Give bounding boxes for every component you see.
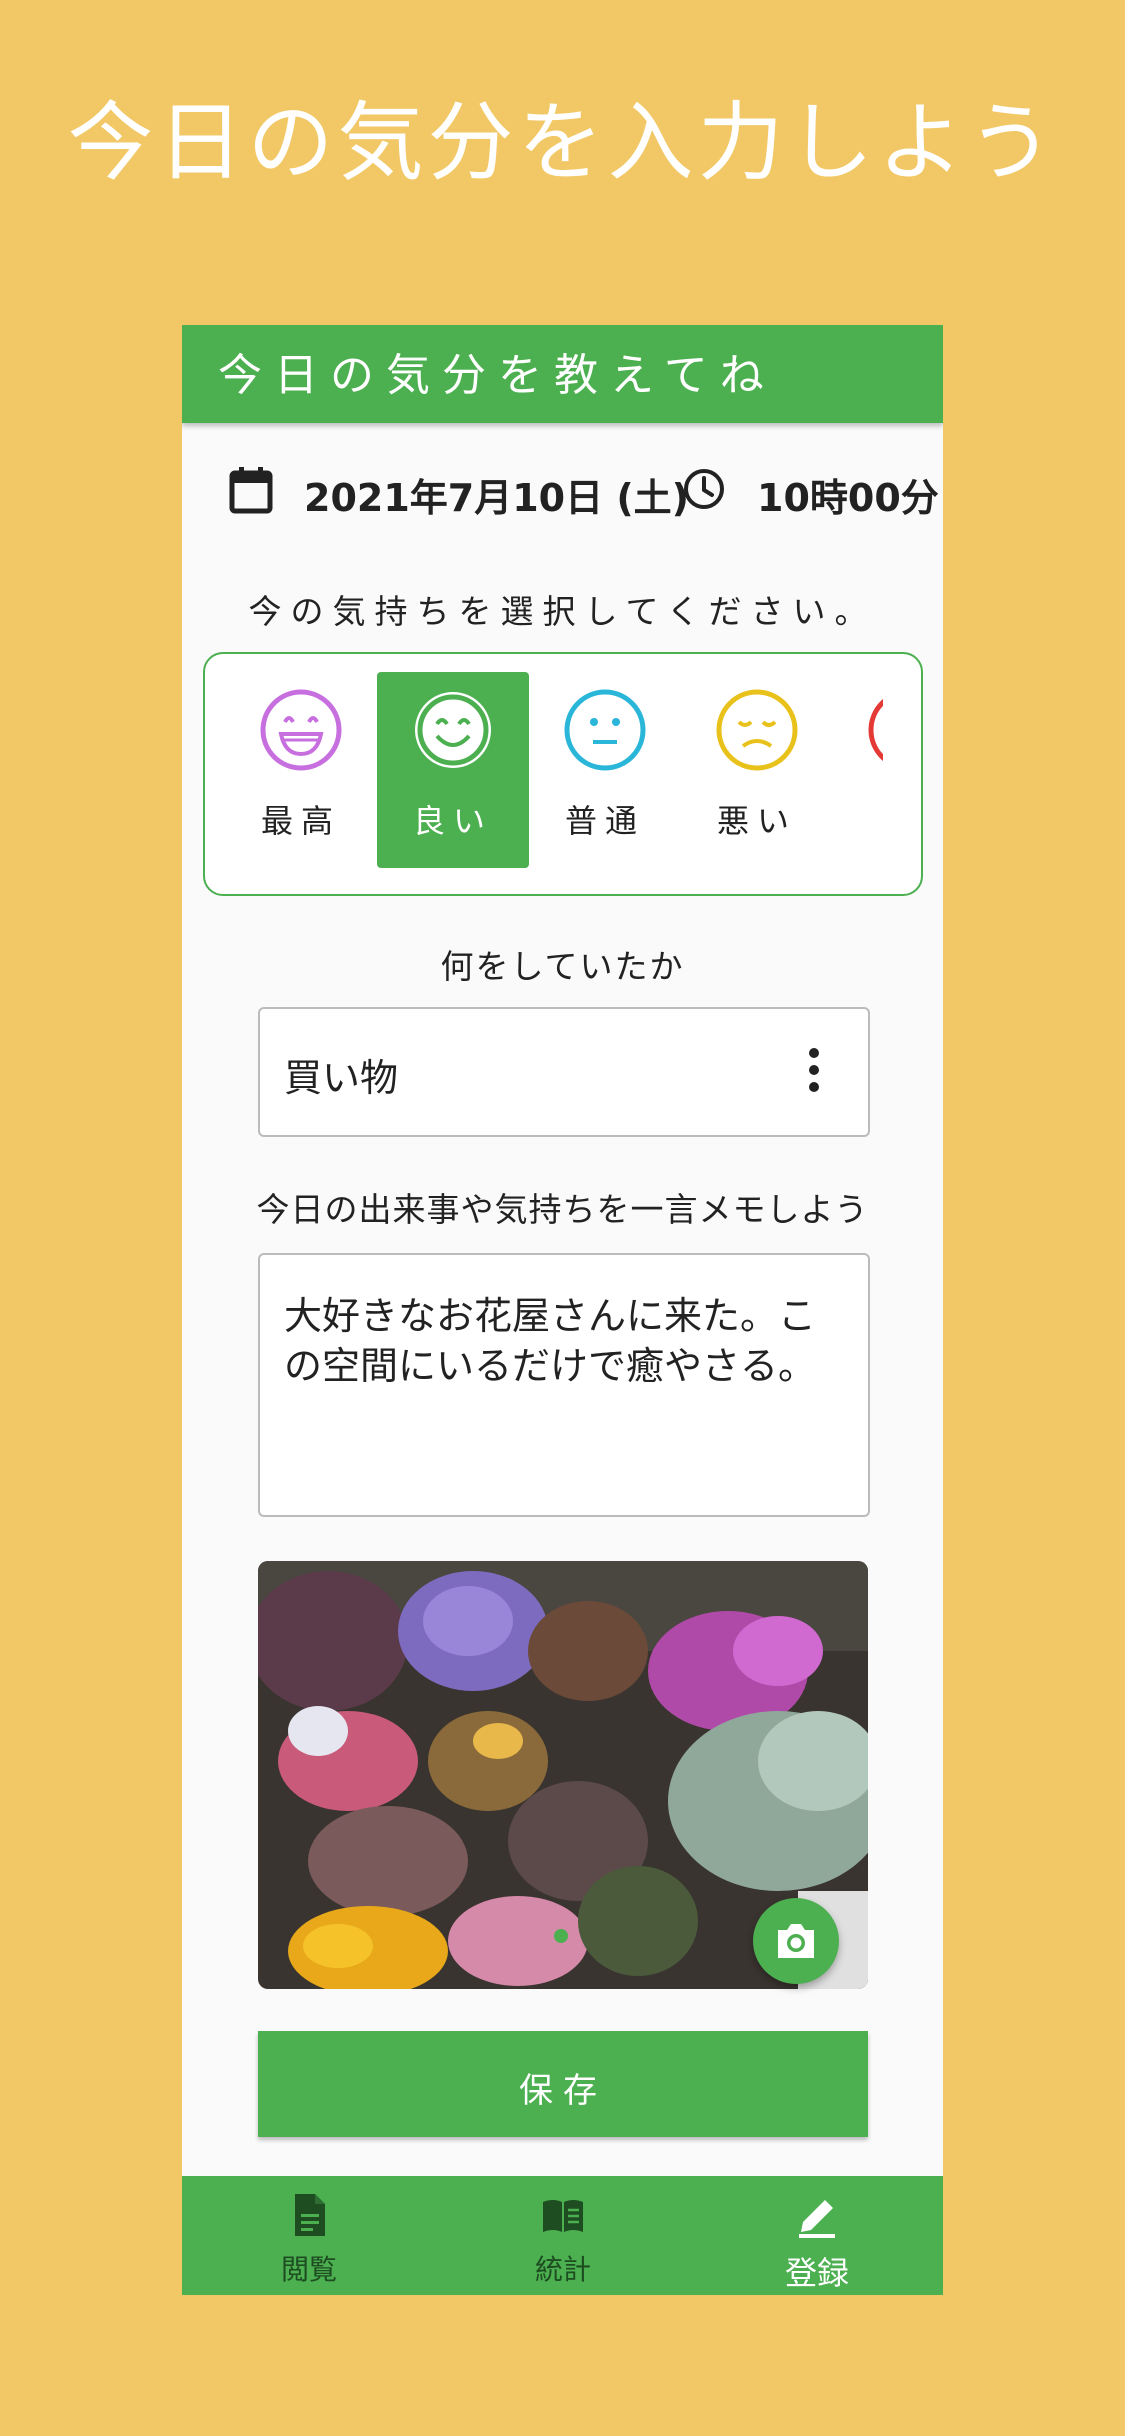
- app-bar: 今日の気分を教えてね: [182, 325, 943, 423]
- nav-item-browse[interactable]: 閲覧: [182, 2176, 436, 2295]
- datetime-row: 2021年7月10日 (土) 10時00分: [182, 453, 943, 533]
- calendar-icon[interactable]: [228, 465, 274, 515]
- save-button[interactable]: 保存: [258, 2031, 868, 2137]
- nav-label-register: 登録: [784, 2254, 849, 2292]
- mood-option-normal[interactable]: 普通: [529, 672, 681, 868]
- camera-button[interactable]: [753, 1898, 839, 1984]
- mood-label-bad: 悪い: [716, 802, 797, 840]
- smile-face-icon: [415, 692, 491, 768]
- mood-option-bad[interactable]: 悪い: [681, 672, 833, 868]
- pencil-icon: [799, 2200, 835, 2238]
- memo-text: 大好きなお花屋さんに来た。この空間にいるだけで癒やさる。: [284, 1294, 817, 1388]
- mood-carousel[interactable]: 最高 良い 普通 悪い: [225, 668, 883, 868]
- angry-face-icon: [868, 698, 883, 762]
- clock-icon[interactable]: [682, 467, 726, 511]
- document-icon: [295, 2194, 325, 2236]
- mood-label-normal: 普通: [564, 802, 645, 840]
- mood-label-best: 最高: [260, 802, 341, 840]
- mood-prompt: 今の気持ちを選択してください。: [248, 592, 877, 631]
- neutral-face-icon: [564, 689, 646, 771]
- date-text[interactable]: 2021年7月10日 (土): [304, 467, 689, 522]
- nav-item-stats[interactable]: 統計: [436, 2176, 690, 2295]
- book-icon: [543, 2200, 583, 2232]
- nav-label-browse: 閲覧: [280, 2253, 337, 2286]
- save-button-label: 保存: [519, 2071, 607, 2111]
- nav-item-register[interactable]: 登録: [690, 2176, 943, 2295]
- app-bar-title: 今日の気分を教えてね: [218, 350, 776, 401]
- mood-label-good: 良い: [412, 802, 493, 840]
- mood-option-best[interactable]: 最高: [225, 672, 377, 868]
- mood-selector: 最高 良い 普通 悪い: [203, 652, 923, 896]
- activity-prompt: 何をしていたか: [440, 947, 685, 986]
- phone-screen: 今日の気分を教えてね 2021年7月10日 (土) 10時00分 今の気持ちを選…: [182, 325, 943, 2295]
- mood-label-worst: 最: [833, 796, 883, 842]
- promo-title: 今日の気分を入力しよう: [67, 93, 1058, 193]
- sad-face-icon: [716, 689, 798, 771]
- activity-select[interactable]: 買い物: [258, 1007, 870, 1137]
- mood-option-good[interactable]: 良い: [377, 672, 529, 868]
- page-indicator-dot: [554, 1929, 568, 1943]
- more-vert-icon[interactable]: [806, 1047, 822, 1093]
- bottom-navigation: 閲覧 統計 登録: [182, 2176, 943, 2295]
- grin-face-icon: [260, 689, 342, 771]
- camera-icon: [778, 1924, 814, 1958]
- nav-label-stats: 統計: [534, 2253, 591, 2286]
- memo-field[interactable]: 大好きなお花屋さんに来た。この空間にいるだけで癒やさる。: [258, 1253, 870, 1517]
- memo-prompt: 今日の出来事や気持ちを一言メモしよう: [256, 1190, 869, 1229]
- activity-value: 買い物: [284, 1056, 399, 1100]
- mood-option-worst[interactable]: 最: [833, 672, 883, 868]
- time-text[interactable]: 10時00分: [757, 467, 939, 522]
